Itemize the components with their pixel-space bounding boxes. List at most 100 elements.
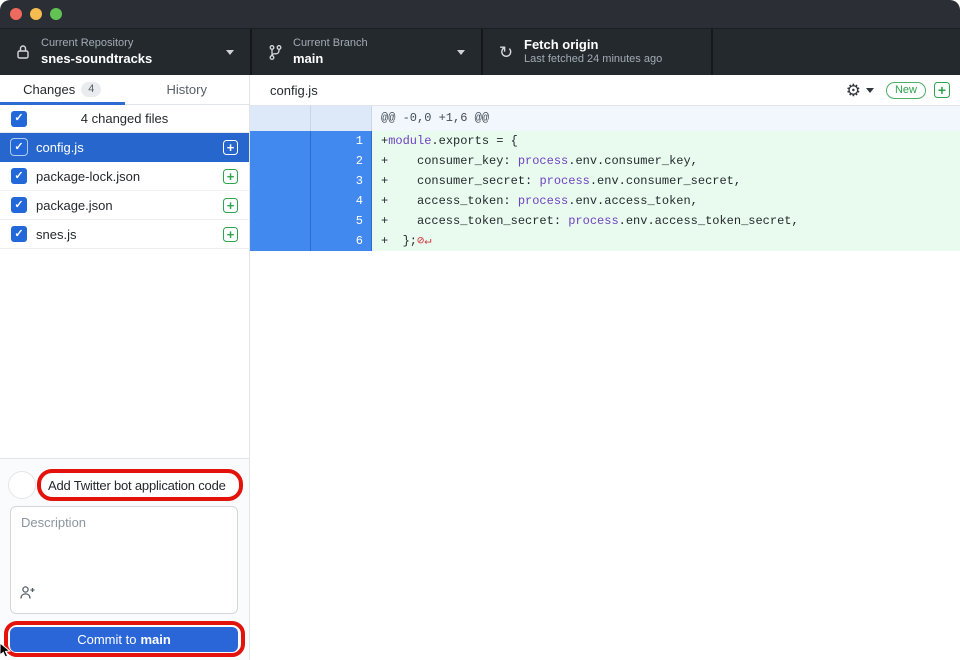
summary-annotation-highlight	[37, 469, 243, 501]
old-line-gutter	[250, 106, 310, 131]
description-placeholder: Description	[21, 515, 86, 530]
diff-file-header: config.js ⚙ New +	[250, 75, 960, 106]
file-row[interactable]: ✓ package-lock.json +	[0, 162, 249, 191]
fetch-title: Fetch origin	[524, 37, 662, 53]
diff-added-icon: +	[223, 140, 238, 155]
minimize-window-button[interactable]	[30, 8, 42, 20]
file-checkbox[interactable]: ✓	[11, 139, 27, 155]
chevron-down-icon	[457, 50, 465, 55]
diff-line[interactable]: 4 + access_token: process.env.access_tok…	[250, 191, 960, 211]
diff-code-text: + consumer_key: process.env.consumer_key…	[372, 151, 960, 171]
branch-label: Current Branch	[293, 37, 368, 51]
fetch-origin-button[interactable]: ↻ Fetch origin Last fetched 24 minutes a…	[483, 29, 711, 75]
file-checkbox[interactable]: ✓	[11, 168, 27, 184]
diff-code-text: + access_token: process.env.access_token…	[372, 191, 960, 211]
hunk-header-text: @@ -0,0 +1,6 @@	[372, 106, 960, 131]
file-checkbox[interactable]: ✓	[11, 226, 27, 242]
add-coauthor-icon[interactable]	[19, 584, 36, 606]
diff-code-text: + consumer_secret: process.env.consumer_…	[372, 171, 960, 191]
diff-added-icon: +	[223, 227, 238, 242]
changed-files-count: 4 changed files	[0, 111, 249, 126]
tab-history[interactable]: History	[125, 75, 250, 104]
file-name: config.js	[36, 140, 223, 155]
file-name: snes.js	[36, 227, 223, 242]
line-number: 1	[311, 131, 371, 151]
avatar	[8, 471, 36, 499]
sync-icon: ↻	[497, 44, 515, 61]
changed-files-header: 4 changed files ✓	[0, 105, 249, 133]
commit-button-prefix: Commit to	[77, 632, 136, 647]
diff-line[interactable]: 1 +module.exports = {	[250, 131, 960, 151]
line-number: 2	[311, 151, 371, 171]
diff-added-icon: +	[223, 169, 238, 184]
line-number: 4	[311, 191, 371, 211]
toolbar: Current Repository snes-soundtracks Curr…	[0, 28, 960, 75]
tab-changes[interactable]: Changes 4	[0, 75, 125, 104]
diff-line[interactable]: 6 + };⊘↵	[250, 231, 960, 251]
diff-line[interactable]: 3 + consumer_secret: process.env.consume…	[250, 171, 960, 191]
new-line-gutter: 6	[311, 231, 371, 251]
new-line-gutter: 5	[311, 211, 371, 231]
toolbar-divider	[711, 29, 713, 75]
line-number: 6	[311, 231, 371, 251]
old-line-gutter	[250, 151, 310, 171]
old-line-gutter	[250, 191, 310, 211]
app-window: Current Repository snes-soundtracks Curr…	[0, 0, 960, 660]
diff-line[interactable]: 2 + consumer_key: process.env.consumer_k…	[250, 151, 960, 171]
commit-panel: Description Commit to main	[0, 458, 249, 660]
close-window-button[interactable]	[10, 8, 22, 20]
chevron-down-icon	[866, 88, 874, 93]
old-line-gutter	[250, 211, 310, 231]
diff-lines: 1 +module.exports = { 2 + consumer_key: …	[250, 131, 960, 251]
new-line-gutter: 4	[311, 191, 371, 211]
commit-button-branch: main	[140, 632, 170, 647]
diff-code-text: + access_token_secret: process.env.acces…	[372, 211, 960, 231]
diff-added-icon: +	[934, 82, 950, 98]
file-checkbox[interactable]: ✓	[11, 197, 27, 213]
diff-file-title: config.js	[270, 83, 846, 98]
new-line-gutter: 2	[311, 151, 371, 171]
current-repository-dropdown[interactable]: Current Repository snes-soundtracks	[0, 29, 250, 75]
line-number: 3	[311, 171, 371, 191]
titlebar	[0, 0, 960, 28]
new-line-gutter: 3	[311, 171, 371, 191]
main-panel: config.js ⚙ New + @@ -0,0 +1,6 @@	[250, 75, 960, 660]
gear-icon: ⚙	[846, 82, 861, 99]
file-name: package-lock.json	[36, 169, 223, 184]
current-branch-dropdown[interactable]: Current Branch main	[252, 29, 481, 75]
new-line-gutter	[311, 106, 371, 131]
tab-history-label: History	[167, 82, 207, 97]
file-row[interactable]: ✓ snes.js +	[0, 220, 249, 249]
repository-name: snes-soundtracks	[41, 51, 152, 67]
sidebar-tabs: Changes 4 History	[0, 75, 249, 105]
old-line-gutter	[250, 131, 310, 151]
mouse-cursor	[0, 642, 13, 660]
sidebar: Changes 4 History 4 changed files ✓ ✓ co…	[0, 75, 250, 660]
branch-name: main	[293, 51, 368, 67]
repository-label: Current Repository	[41, 37, 152, 51]
line-number: 5	[311, 211, 371, 231]
file-row[interactable]: ✓ config.js +	[0, 133, 249, 162]
diff-options-dropdown[interactable]: ⚙	[846, 82, 874, 99]
changes-count-badge: 4	[81, 82, 101, 97]
file-name: package.json	[36, 198, 223, 213]
commit-summary-input[interactable]	[41, 478, 239, 493]
chevron-down-icon	[226, 50, 234, 55]
diff-line[interactable]: 5 + access_token_secret: process.env.acc…	[250, 211, 960, 231]
diff-code-text: + };⊘↵	[372, 231, 960, 251]
hunk-header-row: @@ -0,0 +1,6 @@	[250, 106, 960, 131]
diff-code-text: +module.exports = {	[372, 131, 960, 151]
old-line-gutter	[250, 171, 310, 191]
file-row[interactable]: ✓ package.json +	[0, 191, 249, 220]
lock-icon	[14, 44, 32, 60]
diff-added-icon: +	[223, 198, 238, 213]
old-line-gutter	[250, 231, 310, 251]
commit-description-textarea[interactable]: Description	[10, 506, 238, 614]
fetch-subtitle: Last fetched 24 minutes ago	[524, 53, 662, 67]
new-line-gutter: 1	[311, 131, 371, 151]
new-file-badge: New	[886, 82, 926, 99]
zoom-window-button[interactable]	[50, 8, 62, 20]
diff-view: @@ -0,0 +1,6 @@ 1 +module.exports = { 2 …	[250, 106, 960, 251]
git-branch-icon	[266, 44, 284, 61]
commit-to-main-button[interactable]: Commit to main	[10, 627, 238, 652]
